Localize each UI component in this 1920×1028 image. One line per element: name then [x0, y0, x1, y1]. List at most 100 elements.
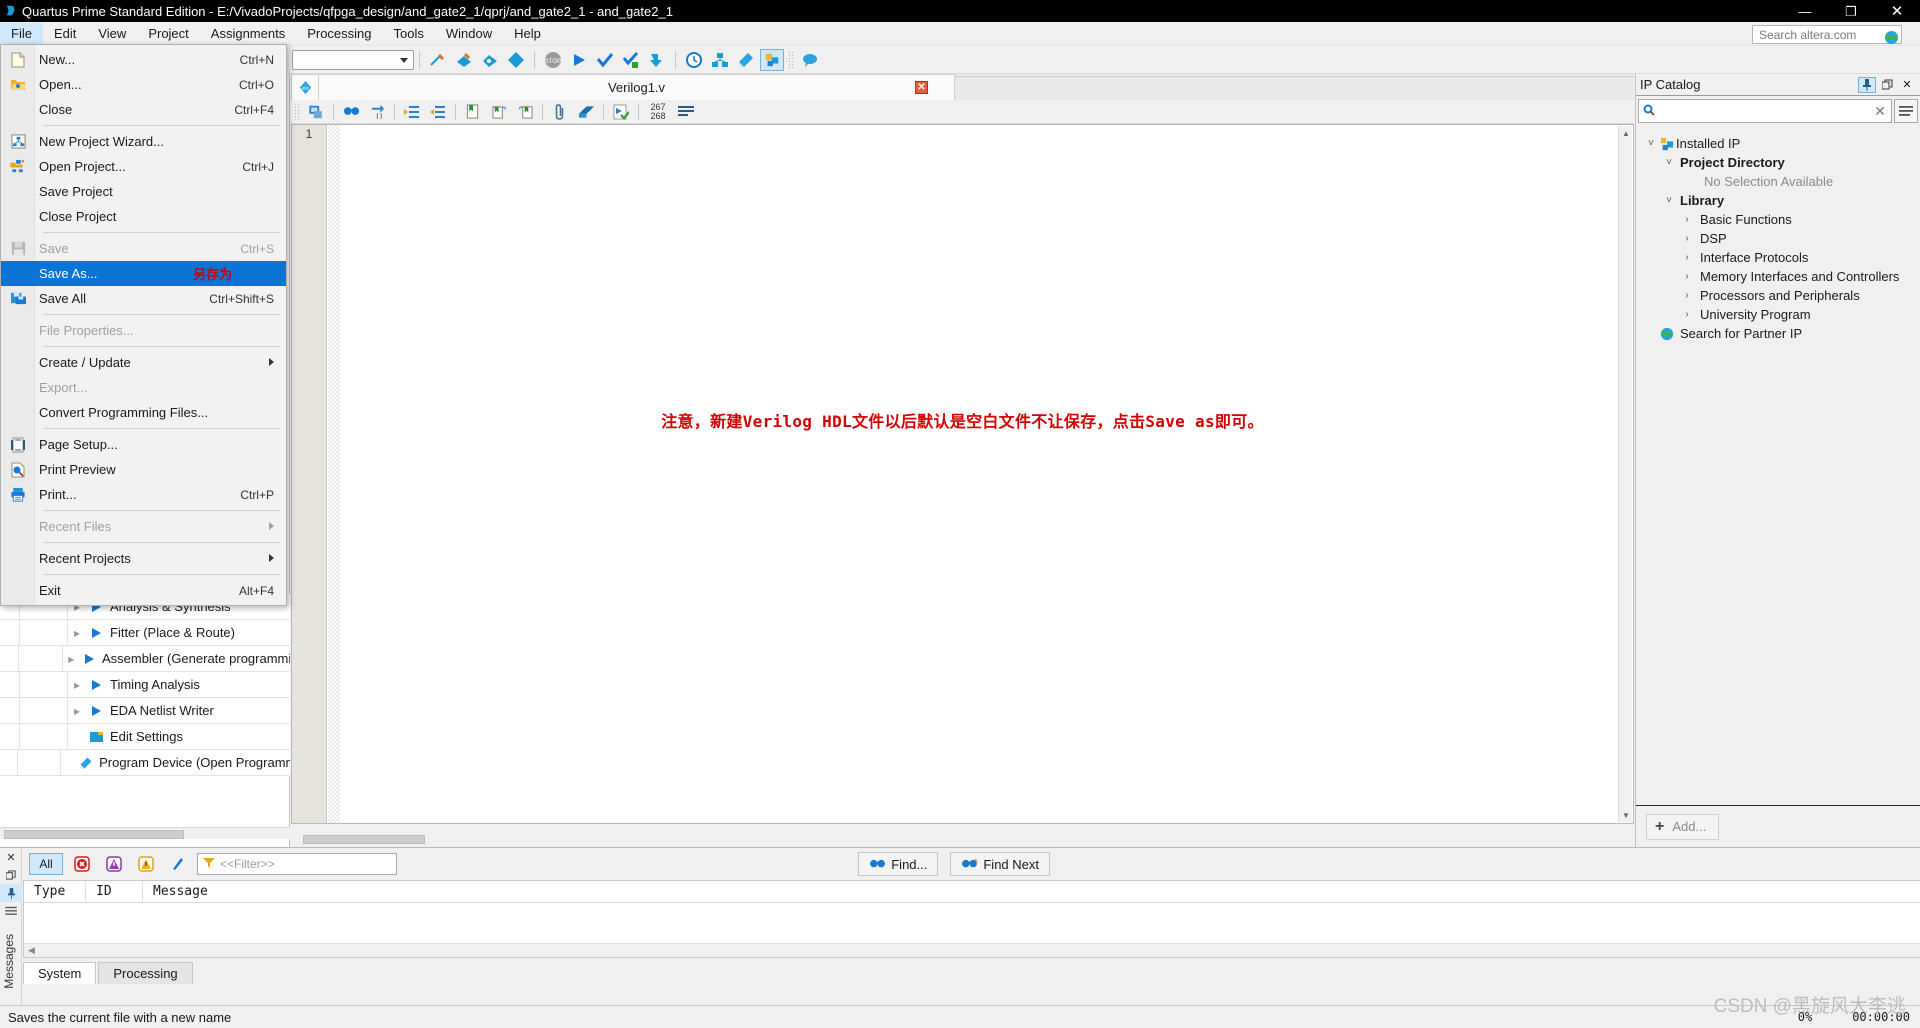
- menu-item-print[interactable]: Print... Ctrl+P: [1, 482, 286, 507]
- left-panel-hscrollbar[interactable]: [0, 827, 290, 839]
- tree-item-library[interactable]: ˅ Library: [1636, 191, 1920, 210]
- pin-icon[interactable]: [0, 884, 22, 902]
- menu-item-close[interactable]: Close Ctrl+F4: [1, 97, 286, 122]
- search-altera-input[interactable]: Search altera.com: [1752, 25, 1902, 46]
- expander-icon[interactable]: ▸: [68, 704, 86, 718]
- project-revision-combo[interactable]: [292, 49, 414, 70]
- stop-icon[interactable]: STOP: [541, 49, 565, 71]
- task-row[interactable]: Edit Settings: [0, 724, 290, 750]
- error-filter-icon[interactable]: [69, 853, 95, 875]
- menu-view[interactable]: View: [87, 23, 137, 44]
- close-icon[interactable]: ✕: [0, 848, 22, 866]
- task-row[interactable]: Program Device (Open Programmer): [0, 750, 290, 776]
- column-id[interactable]: ID: [86, 880, 143, 903]
- filter-all-button[interactable]: All: [29, 853, 63, 875]
- expander-icon[interactable]: ▸: [63, 652, 80, 666]
- maximize-button[interactable]: ❐: [1828, 0, 1874, 22]
- flow-summary-icon[interactable]: [452, 49, 476, 71]
- find-next-button[interactable]: Find Next: [950, 852, 1050, 876]
- menu-processing[interactable]: Processing: [296, 23, 382, 44]
- code-editor[interactable]: 1 注意，新建Verilog HDL文件以后默认是空白文件不让保存，点击Save…: [291, 124, 1634, 824]
- add-button[interactable]: + Add...: [1646, 813, 1720, 840]
- chevron-right-icon[interactable]: ›: [1680, 309, 1694, 320]
- column-message[interactable]: Message: [143, 881, 218, 903]
- timing-analyzer-icon[interactable]: [682, 49, 706, 71]
- assembler-icon[interactable]: [645, 49, 669, 71]
- fitter-icon[interactable]: [619, 49, 643, 71]
- comment-icon[interactable]: [575, 102, 597, 122]
- menu-item-create-update[interactable]: Create / Update: [1, 350, 286, 375]
- ip-search-box[interactable]: ✕: [1638, 99, 1892, 123]
- menu-item-close-project[interactable]: Close Project: [1, 204, 286, 229]
- ip-catalog-icon[interactable]: [760, 48, 784, 71]
- hamburger-icon[interactable]: [0, 902, 22, 920]
- chevron-right-icon[interactable]: ›: [1680, 233, 1694, 244]
- new-icon[interactable]: [426, 49, 450, 71]
- menu-file[interactable]: File: [0, 23, 43, 44]
- start-compilation-icon[interactable]: [567, 49, 591, 71]
- chevron-right-icon[interactable]: ›: [1680, 252, 1694, 263]
- pin-planner2-icon[interactable]: [708, 49, 732, 71]
- menu-item-exit[interactable]: Exit Alt+F4: [1, 578, 286, 603]
- insert-template-icon[interactable]: [305, 102, 327, 122]
- menu-item-convert-programming-files[interactable]: Convert Programming Files...: [1, 400, 286, 425]
- menu-item-new[interactable]: New... Ctrl+N: [1, 47, 286, 72]
- menu-item-save-all[interactable]: Save All Ctrl+Shift+S: [1, 286, 286, 311]
- warning-filter-icon[interactable]: [133, 853, 159, 875]
- tab-processing[interactable]: Processing: [98, 962, 193, 984]
- menu-item-print-preview[interactable]: Print Preview: [1, 457, 286, 482]
- close-icon[interactable]: ✕: [1898, 77, 1916, 93]
- word-wrap-icon[interactable]: [675, 102, 697, 122]
- tree-item-university-program[interactable]: › University Program: [1636, 305, 1920, 324]
- menu-item-open-project[interactable]: Open Project... Ctrl+J: [1, 154, 286, 179]
- chevron-down-icon[interactable]: ˅: [1662, 157, 1676, 168]
- undock-icon[interactable]: [0, 866, 22, 884]
- analysis-synthesis-icon[interactable]: [593, 49, 617, 71]
- critical-warning-filter-icon[interactable]: [101, 853, 127, 875]
- task-row[interactable]: ▸ Timing Analysis: [0, 672, 290, 698]
- increase-indent-icon[interactable]: [401, 102, 423, 122]
- info-filter-icon[interactable]: [165, 853, 191, 875]
- chevron-down-icon[interactable]: ˅: [1644, 138, 1658, 149]
- programmer-icon[interactable]: [734, 49, 758, 71]
- editor-vscrollbar[interactable]: ▲ ▼: [1618, 126, 1632, 822]
- menu-item-recent-projects[interactable]: Recent Projects: [1, 546, 286, 571]
- task-row[interactable]: ▸ Fitter (Place & Route): [0, 620, 290, 646]
- menu-window[interactable]: Window: [435, 23, 503, 44]
- chevron-right-icon[interactable]: ›: [1680, 290, 1694, 301]
- tree-item-memory-interfaces[interactable]: › Memory Interfaces and Controllers: [1636, 267, 1920, 286]
- menu-item-open[interactable]: Open... Ctrl+O: [1, 72, 286, 97]
- clip-icon[interactable]: [549, 102, 571, 122]
- task-row[interactable]: ▸ Assembler (Generate programming: [0, 646, 290, 672]
- chat-icon[interactable]: [798, 49, 822, 71]
- clear-search-icon[interactable]: ✕: [1869, 103, 1891, 120]
- minimize-button[interactable]: —: [1782, 0, 1828, 22]
- tab-close-icon[interactable]: ✕: [915, 81, 928, 94]
- menu-item-save-project[interactable]: Save Project: [1, 179, 286, 204]
- column-type[interactable]: Type: [24, 880, 86, 903]
- close-button[interactable]: ✕: [1874, 0, 1920, 22]
- menu-edit[interactable]: Edit: [43, 23, 87, 44]
- menu-item-page-setup[interactable]: Page Setup...: [1, 432, 286, 457]
- expander-icon[interactable]: ▸: [68, 626, 86, 640]
- undock-icon[interactable]: [1878, 77, 1896, 93]
- prev-bookmark-icon[interactable]: [514, 102, 536, 122]
- hamburger-icon[interactable]: [1894, 99, 1918, 123]
- decrease-indent-icon[interactable]: [427, 102, 449, 122]
- find-icon[interactable]: [340, 102, 362, 122]
- ip-search-input[interactable]: [1659, 104, 1869, 118]
- menu-help[interactable]: Help: [503, 23, 552, 44]
- tab-verilog1[interactable]: Verilog1.v ✕: [319, 74, 955, 100]
- tree-item-basic-functions[interactable]: › Basic Functions: [1636, 210, 1920, 229]
- globe-icon[interactable]: [1884, 30, 1900, 46]
- bookmark-icon[interactable]: [462, 102, 484, 122]
- scroll-down-icon[interactable]: ▼: [1619, 808, 1633, 822]
- tab-system[interactable]: System: [23, 962, 97, 984]
- menu-project[interactable]: Project: [137, 23, 199, 44]
- editor-hscrollbar[interactable]: [291, 832, 1634, 847]
- compile-icon[interactable]: [478, 49, 502, 71]
- message-filter-input[interactable]: <<Filter>>: [197, 853, 397, 875]
- menu-assignments[interactable]: Assignments: [200, 23, 296, 44]
- scroll-left-icon[interactable]: ◀: [28, 945, 35, 956]
- find-button[interactable]: Find...: [858, 852, 939, 876]
